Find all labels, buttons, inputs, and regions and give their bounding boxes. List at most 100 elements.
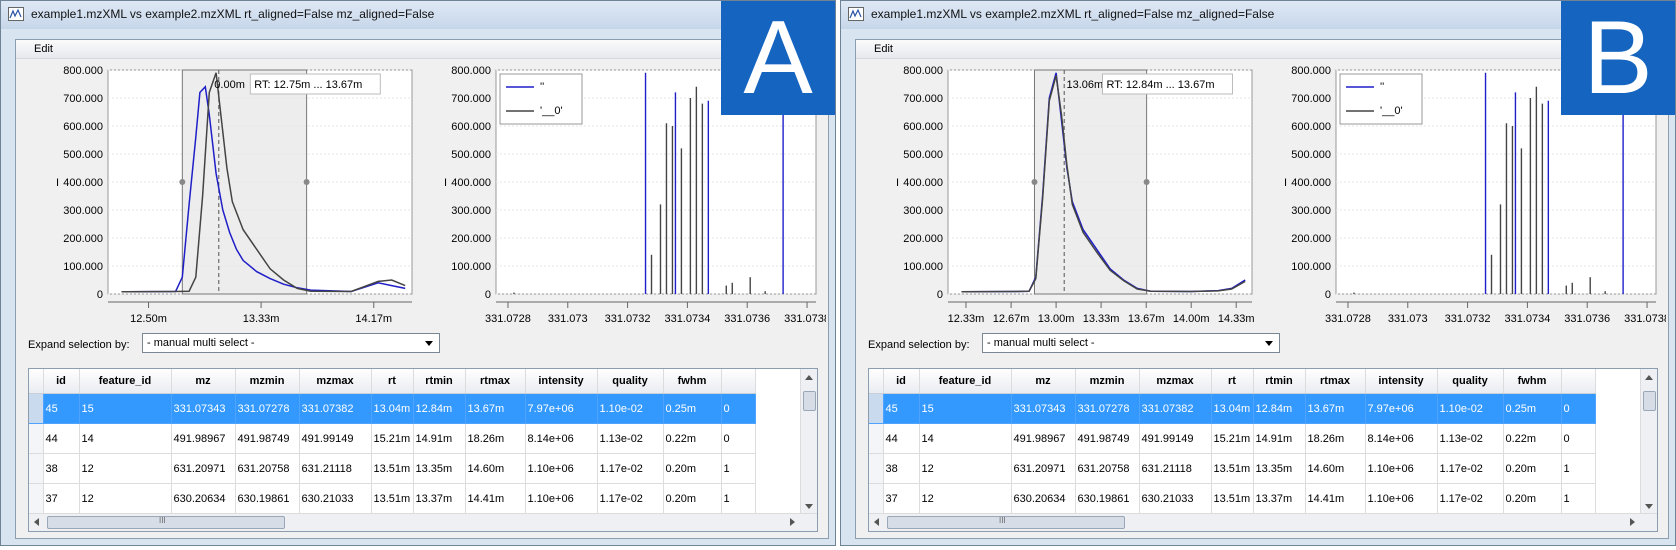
table-cell[interactable]: 491.98749 — [1075, 423, 1140, 454]
table-row[interactable]: 37 12 630.20634 630.19861 630.21033 13.51m 13.… — [869, 483, 1596, 514]
table-cell[interactable]: 12 — [79, 483, 172, 514]
column-header-id[interactable]: id — [43, 369, 80, 394]
table-cell[interactable]: 14 — [79, 423, 172, 454]
table-cell[interactable]: 44 — [883, 423, 920, 454]
table-row[interactable]: 45 15 331.07343 331.07278 331.07382 13.04m 12.… — [29, 393, 756, 424]
column-header-feature-id[interactable]: feature_id — [79, 369, 172, 394]
table-cell[interactable]: 14.41m — [465, 483, 526, 514]
table-row[interactable]: 44 14 491.98967 491.98749 491.99149 15.21m 14.… — [29, 423, 756, 454]
table-cell[interactable]: 12.84m — [413, 393, 466, 424]
row-header[interactable] — [869, 483, 884, 514]
table-cell[interactable]: 331.07343 — [171, 393, 236, 424]
column-header-feature-id[interactable]: feature_id — [919, 369, 1012, 394]
table-cell[interactable]: 14.60m — [1305, 453, 1366, 484]
table-cell[interactable]: 0 — [721, 393, 756, 424]
table-row[interactable]: 38 12 631.20971 631.20758 631.21118 13.51m 13.… — [29, 453, 756, 484]
table-cell[interactable]: 491.99149 — [299, 423, 372, 454]
table-cell[interactable]: 0.22m — [663, 423, 722, 454]
table-cell[interactable]: 15.21m — [371, 423, 414, 454]
table-cell[interactable]: 331.07278 — [235, 393, 300, 424]
table-cell[interactable]: 13.04m — [1211, 393, 1254, 424]
table-cell[interactable]: 631.21118 — [299, 453, 372, 484]
column-header-quality[interactable]: quality — [1437, 369, 1504, 394]
table-cell[interactable]: 7.97e+06 — [1365, 393, 1438, 424]
column-header-intensity[interactable]: intensity — [1365, 369, 1438, 394]
table-cell[interactable]: 1.10e+06 — [1365, 483, 1438, 514]
column-header-mzmin[interactable]: mzmin — [235, 369, 300, 394]
scroll-right-icon[interactable] — [1630, 518, 1635, 526]
rt-chart[interactable]: 800.000 700.000 600.000 500.000 400.000 300.0… — [886, 62, 1266, 324]
menu-edit[interactable]: Edit — [874, 43, 893, 55]
table-cell[interactable]: 491.99149 — [1139, 423, 1212, 454]
table-cell[interactable]: 1 — [721, 453, 756, 484]
row-header[interactable] — [29, 453, 44, 484]
vertical-scrollbar[interactable] — [800, 369, 817, 515]
table-cell[interactable]: 37 — [883, 483, 920, 514]
table-cell[interactable]: 630.19861 — [235, 483, 300, 514]
row-header[interactable] — [29, 423, 44, 454]
expand-selection-dropdown[interactable]: - manual multi select - — [982, 333, 1280, 353]
table-cell[interactable]: 0 — [721, 423, 756, 454]
table-cell[interactable]: 0.25m — [1503, 393, 1562, 424]
table-row[interactable]: 38 12 631.20971 631.20758 631.21118 13.51m 13.… — [869, 453, 1596, 484]
scroll-thumb-horizontal[interactable] — [887, 516, 1125, 529]
table-cell[interactable]: 15 — [79, 393, 172, 424]
corner-header[interactable] — [29, 369, 44, 394]
column-header-mzmax[interactable]: mzmax — [299, 369, 372, 394]
table-cell[interactable]: 0.22m — [1503, 423, 1562, 454]
table-cell[interactable]: 0.20m — [1503, 483, 1562, 514]
column-header-extra[interactable] — [721, 369, 756, 394]
table-cell[interactable]: 1 — [1561, 453, 1596, 484]
table-cell[interactable]: 38 — [883, 453, 920, 484]
table-row[interactable]: 37 12 630.20634 630.19861 630.21033 13.51m 13.… — [29, 483, 756, 514]
rt-chart[interactable]: 800.000 700.000 600.000 500.000 400.000 300.0… — [46, 62, 426, 324]
table-cell[interactable]: 0.20m — [1503, 453, 1562, 484]
column-header-fwhm[interactable]: fwhm — [1503, 369, 1562, 394]
scroll-up-icon[interactable] — [805, 375, 813, 380]
table-cell[interactable]: 14.91m — [413, 423, 466, 454]
column-header-intensity[interactable]: intensity — [525, 369, 598, 394]
column-header-rtmax[interactable]: rtmax — [1305, 369, 1366, 394]
table-cell[interactable]: 1.13e-02 — [1437, 423, 1504, 454]
table-cell[interactable]: 37 — [43, 483, 80, 514]
table-cell[interactable]: 45 — [43, 393, 80, 424]
table-cell[interactable]: 1 — [1561, 483, 1596, 514]
table-cell[interactable]: 13.35m — [413, 453, 466, 484]
table-cell[interactable]: 13.51m — [371, 483, 414, 514]
table-cell[interactable]: 1.13e-02 — [597, 423, 664, 454]
table-cell[interactable]: 1.10e-02 — [597, 393, 664, 424]
table-cell[interactable]: 44 — [43, 423, 80, 454]
scroll-thumb[interactable] — [1643, 391, 1656, 411]
row-header[interactable] — [29, 483, 44, 514]
row-header[interactable] — [869, 393, 884, 424]
table-cell[interactable]: 630.20634 — [1011, 483, 1076, 514]
table-cell[interactable]: 14.60m — [465, 453, 526, 484]
row-header[interactable] — [869, 423, 884, 454]
table-cell[interactable]: 8.14e+06 — [1365, 423, 1438, 454]
table-cell[interactable]: 13.04m — [371, 393, 414, 424]
table-cell[interactable]: 13.37m — [413, 483, 466, 514]
table-cell[interactable]: 15 — [919, 393, 1012, 424]
horizontal-scrollbar[interactable]: III — [869, 513, 1657, 531]
scroll-thumb-horizontal[interactable] — [47, 516, 285, 529]
table-cell[interactable]: 38 — [43, 453, 80, 484]
table-cell[interactable]: 1.10e+06 — [525, 483, 598, 514]
table-cell[interactable]: 1.10e-02 — [1437, 393, 1504, 424]
table-cell[interactable]: 14 — [919, 423, 1012, 454]
table-cell[interactable]: 0.20m — [663, 453, 722, 484]
table-cell[interactable]: 13.67m — [465, 393, 526, 424]
table-cell[interactable]: 0.25m — [663, 393, 722, 424]
table-cell[interactable]: 14.41m — [1305, 483, 1366, 514]
table-cell[interactable]: 631.20758 — [1075, 453, 1140, 484]
table-cell[interactable]: 13.51m — [371, 453, 414, 484]
row-header[interactable] — [869, 453, 884, 484]
title-bar[interactable]: example1.mzXML vs example2.mzXML rt_alig… — [841, 1, 1675, 29]
table-cell[interactable]: 631.20971 — [171, 453, 236, 484]
column-header-fwhm[interactable]: fwhm — [663, 369, 722, 394]
table-cell[interactable]: 331.07343 — [1011, 393, 1076, 424]
table-cell[interactable]: 0.20m — [663, 483, 722, 514]
table-cell[interactable]: 12.84m — [1253, 393, 1306, 424]
table-cell[interactable]: 14.91m — [1253, 423, 1306, 454]
table-cell[interactable]: 331.07382 — [299, 393, 372, 424]
horizontal-scrollbar[interactable]: III — [29, 513, 817, 531]
